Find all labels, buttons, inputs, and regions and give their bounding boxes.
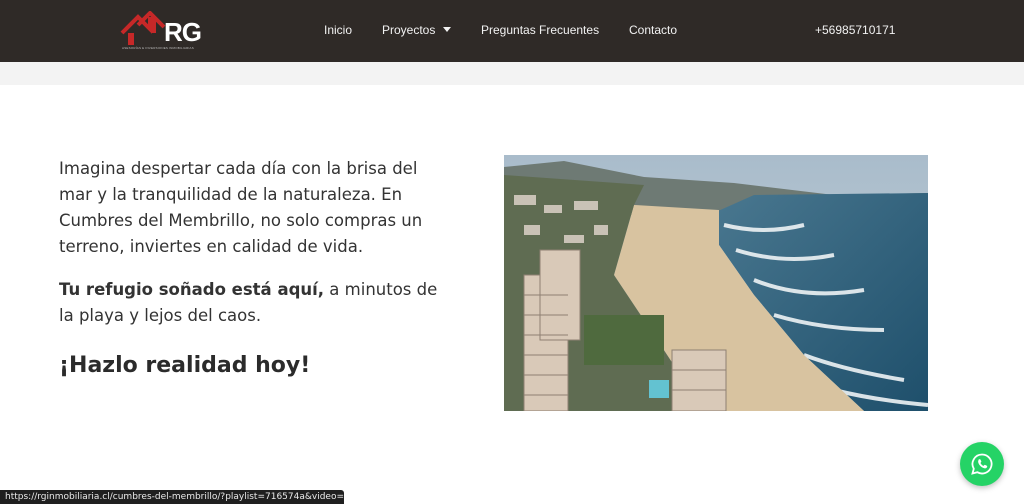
chevron-down-icon	[443, 27, 452, 33]
logo-tagline: ASESORÍAS E INVERSIONES INMOBILIARIAS	[122, 46, 194, 50]
logo[interactable]: RG ASESORÍAS E INVERSIONES INMOBILIARIAS	[120, 11, 202, 51]
nav-contacto[interactable]: Contacto	[629, 23, 677, 37]
refuge-paragraph: Tu refugio soñado está aquí, a minutos d…	[59, 277, 449, 329]
coastline-image	[504, 155, 928, 411]
nav-inicio[interactable]: Inicio	[324, 23, 352, 37]
site-header: RG ASESORÍAS E INVERSIONES INMOBILIARIAS…	[0, 0, 1024, 62]
intro-text: Imagina despertar cada día con la brisa …	[59, 156, 449, 346]
nav-proyectos-label: Proyectos	[382, 23, 436, 37]
nav-preguntas-frecuentes[interactable]: Preguntas Frecuentes	[481, 23, 599, 37]
whatsapp-button[interactable]	[960, 442, 1004, 486]
house-roof-icon	[120, 11, 166, 45]
logo-text: RG	[164, 17, 202, 47]
nav-phone[interactable]: +56985710171	[815, 23, 895, 37]
intro-paragraph: Imagina despertar cada día con la brisa …	[59, 159, 423, 256]
refuge-highlight: Tu refugio soñado está aquí,	[59, 280, 325, 299]
nav-proyectos[interactable]: Proyectos	[382, 23, 452, 37]
gray-band	[0, 62, 1024, 85]
whatsapp-icon	[971, 453, 993, 475]
cta-heading: ¡Hazlo realidad hoy!	[59, 353, 311, 378]
status-bar-url: https://rginmobiliaria.cl/cumbres-del-me…	[0, 490, 344, 504]
coastline-photo	[504, 155, 928, 411]
